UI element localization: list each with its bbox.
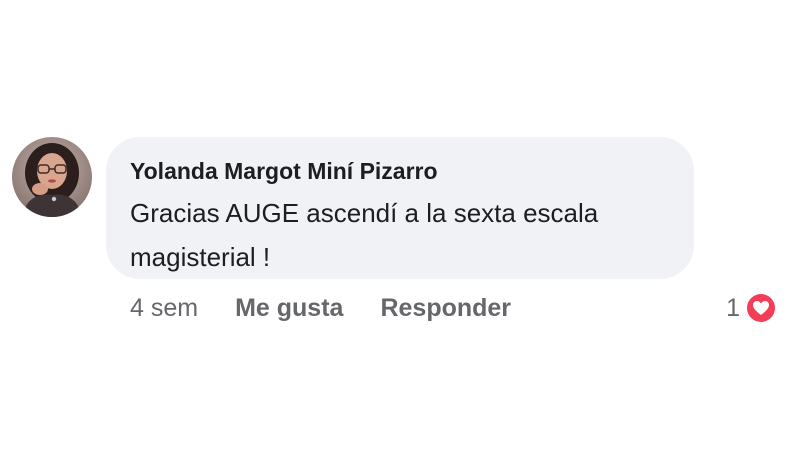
- like-button[interactable]: Me gusta: [235, 294, 343, 323]
- comment-author-name[interactable]: Yolanda Margot Miní Pizarro: [130, 157, 670, 185]
- avatar[interactable]: [12, 137, 92, 217]
- heart-icon: [745, 292, 777, 324]
- comment-text: Gracias AUGE ascendí a la sexta escala m…: [130, 198, 599, 272]
- comment-bubble: Yolanda Margot Miní Pizarro Gracias AUGE…: [106, 137, 694, 279]
- reaction-summary[interactable]: 1: [726, 290, 778, 326]
- avatar-photo: [12, 137, 92, 217]
- reaction-count: 1: [726, 293, 740, 322]
- reply-button[interactable]: Responder: [380, 294, 511, 323]
- comment-actions: 4 sem Me gusta Responder: [130, 290, 511, 326]
- comment-timestamp[interactable]: 4 sem: [130, 294, 198, 323]
